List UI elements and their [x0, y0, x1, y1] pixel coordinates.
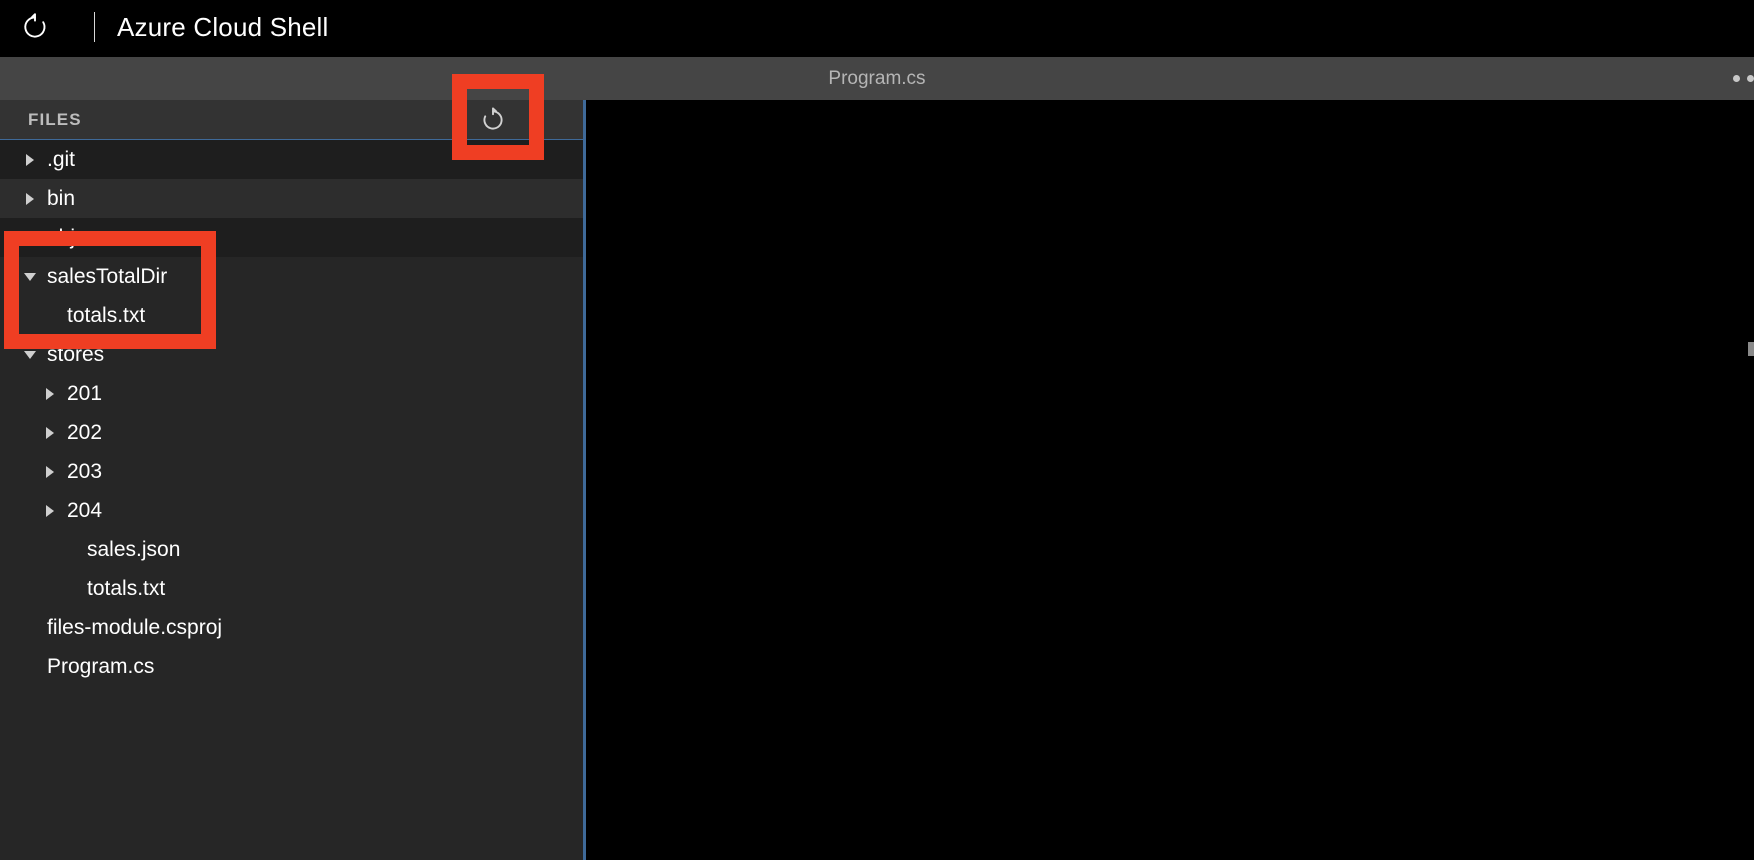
chevron-right-icon[interactable] — [24, 192, 38, 206]
azure-cloud-shell-window: Azure Cloud Shell Program.cs FILES .git b… — [0, 0, 1754, 860]
tree-folder-202[interactable]: 202 — [0, 413, 583, 452]
tree-file-sales-json[interactable]: sales.json — [0, 530, 583, 569]
window-titlebar: Azure Cloud Shell — [0, 0, 1754, 54]
tree-file-totals-txt[interactable]: totals.txt — [0, 569, 583, 608]
no-icon — [44, 309, 58, 323]
files-header-label: FILES — [28, 109, 82, 129]
titlebar-divider — [94, 12, 95, 42]
chevron-right-icon[interactable] — [44, 387, 58, 401]
tree-node-label: 201 — [67, 382, 103, 405]
tree-node-label: totals.txt — [87, 577, 166, 600]
no-icon — [64, 582, 78, 596]
tree-file-program-cs[interactable]: Program.cs — [0, 647, 583, 686]
files-panel-header: FILES — [0, 100, 583, 140]
tree-folder-204[interactable]: 204 — [0, 491, 583, 530]
chevron-right-icon[interactable] — [44, 426, 58, 440]
page-title: Azure Cloud Shell — [117, 11, 329, 42]
tree-folder--git[interactable]: .git — [0, 140, 583, 179]
chevron-right-icon[interactable] — [24, 153, 38, 167]
chevron-right-icon[interactable] — [24, 231, 38, 245]
chevron-down-icon[interactable] — [24, 270, 38, 284]
tab-program-cs[interactable]: Program.cs — [0, 57, 1754, 100]
code-editor-pane[interactable] — [586, 100, 1754, 860]
tree-folder-salestotaldir[interactable]: salesTotalDir — [0, 257, 583, 296]
editor-scrollbar[interactable] — [1748, 342, 1754, 356]
tree-node-label: bin — [47, 187, 76, 210]
tree-node-label: sales.json — [87, 538, 181, 561]
restart-icon[interactable] — [18, 10, 52, 44]
tree-folder-obj[interactable]: obj — [0, 218, 583, 257]
editor-tabstrip: Program.cs — [0, 57, 1754, 100]
chevron-right-icon[interactable] — [44, 465, 58, 479]
ellipsis-icon[interactable] — [1733, 57, 1754, 100]
tree-node-label: Program.cs — [47, 655, 155, 678]
tree-folder-stores[interactable]: stores — [0, 335, 583, 374]
tree-file-files-module-csproj[interactable]: files-module.csproj — [0, 608, 583, 647]
tree-node-label: 203 — [67, 460, 103, 483]
tree-file-totals-txt[interactable]: totals.txt — [0, 296, 583, 335]
tree-node-label: obj — [47, 226, 76, 249]
chevron-down-icon[interactable] — [24, 348, 38, 362]
tree-node-label: 202 — [67, 421, 103, 444]
tree-node-label: salesTotalDir — [47, 265, 168, 288]
tree-folder-203[interactable]: 203 — [0, 452, 583, 491]
files-sidebar: FILES .git bin obj salesTotalDir totals.txt s… — [0, 100, 583, 860]
file-tree: .git bin obj salesTotalDir totals.txt stores 2… — [0, 140, 583, 686]
tree-node-label: totals.txt — [67, 304, 146, 327]
tree-node-label: stores — [47, 343, 105, 366]
tree-folder-bin[interactable]: bin — [0, 179, 583, 218]
no-icon — [24, 621, 38, 635]
chevron-right-icon[interactable] — [44, 504, 58, 518]
tree-node-label: 204 — [67, 499, 103, 522]
no-icon — [24, 660, 38, 674]
refresh-icon[interactable] — [466, 100, 520, 140]
tree-folder-201[interactable]: 201 — [0, 374, 583, 413]
no-icon — [64, 543, 78, 557]
tree-node-label: files-module.csproj — [47, 616, 223, 639]
tree-node-label: .git — [47, 148, 76, 171]
